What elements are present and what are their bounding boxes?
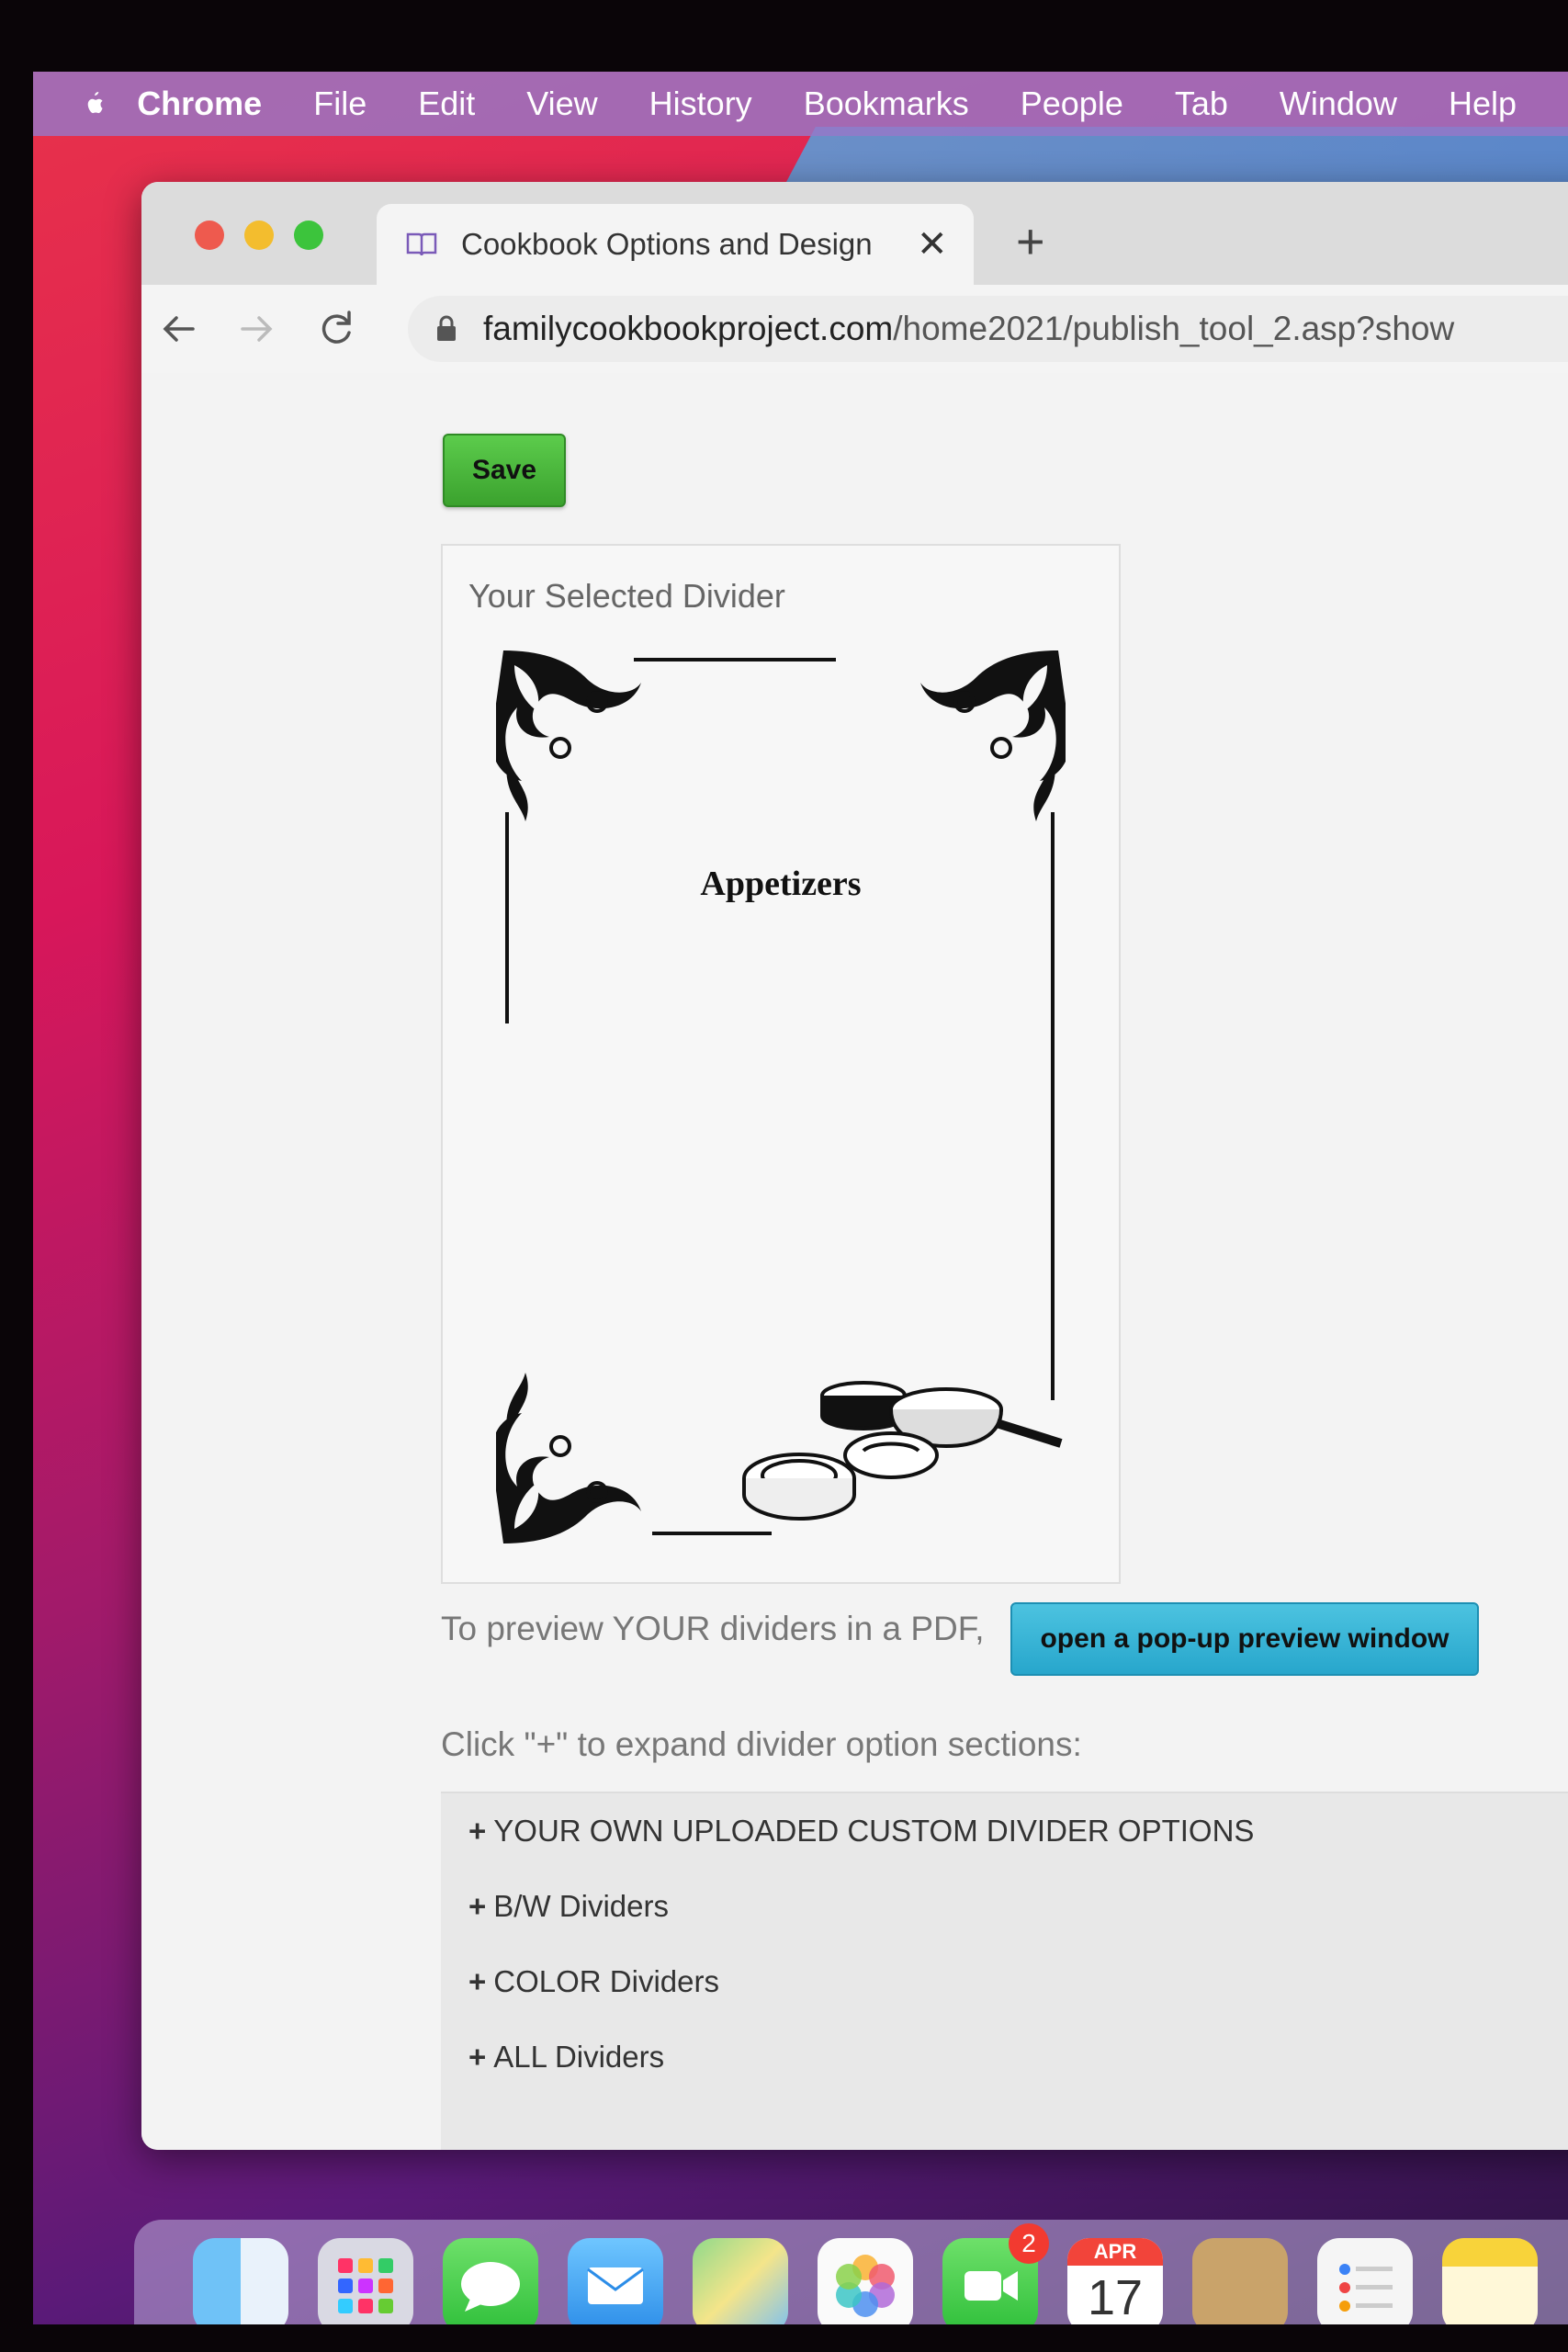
selected-divider-panel: Your Selected Divider Appetizers	[441, 544, 1121, 1584]
launchpad-icon[interactable]	[318, 2238, 413, 2324]
forward-arrow-icon[interactable]	[231, 303, 283, 355]
apple-logo-icon[interactable]	[85, 83, 104, 125]
cookware-illustration	[742, 1381, 1063, 1521]
tab-strip: Cookbook Options and Design ✕ +	[141, 182, 1568, 285]
menu-people[interactable]: People	[1021, 85, 1123, 123]
menu-file[interactable]: File	[313, 85, 367, 123]
expand-plus-icon[interactable]: +	[468, 1814, 486, 1848]
messages-icon[interactable]	[443, 2238, 538, 2324]
menu-bookmarks[interactable]: Bookmarks	[804, 85, 969, 123]
browser-window: Cookbook Options and Design ✕ + familyco…	[141, 182, 1568, 2150]
section-label: ALL Dividers	[493, 2040, 665, 2074]
tab-title: Cookbook Options and Design	[461, 227, 873, 261]
close-tab-icon[interactable]: ✕	[917, 223, 948, 266]
reminders-icon[interactable]	[1317, 2238, 1413, 2324]
selected-divider-heading: Your Selected Divider	[468, 577, 785, 615]
section-label: B/W Dividers	[493, 1889, 669, 1923]
menu-window[interactable]: Window	[1280, 85, 1397, 123]
photos-icon[interactable]	[818, 2238, 913, 2324]
menu-view[interactable]: View	[526, 85, 597, 123]
tab-cookbook-options[interactable]: Cookbook Options and Design ✕	[377, 204, 974, 285]
menu-help[interactable]: Help	[1449, 85, 1517, 123]
url-domain: familycookbookproject.com	[483, 310, 894, 347]
contacts-icon[interactable]	[1192, 2238, 1288, 2324]
corner-ornament-top-right	[920, 650, 1066, 821]
divider-preview-image: Appetizers	[496, 650, 1066, 1544]
expand-plus-icon[interactable]: +	[468, 1964, 486, 1998]
url-path: /home2021/publish_tool_2.asp?show	[893, 310, 1455, 347]
save-button[interactable]: Save	[443, 434, 566, 507]
expand-hint: Click "+" to expand divider option secti…	[441, 1725, 1082, 1763]
section-bw-dividers[interactable]: + B/W Dividers	[468, 1889, 669, 1924]
envelope-icon	[587, 2267, 644, 2304]
expand-plus-icon[interactable]: +	[468, 2040, 486, 2074]
checklist-icon	[1339, 2264, 1393, 2312]
reload-icon[interactable]	[310, 303, 362, 355]
section-custom-dividers[interactable]: + YOUR OWN UPLOADED CUSTOM DIVIDER OPTION…	[468, 1814, 1254, 1849]
browser-toolbar: familycookbookproject.com/home2021/publi…	[141, 285, 1568, 374]
photos-flower-icon	[836, 2255, 895, 2317]
menu-history[interactable]: History	[649, 85, 752, 123]
new-tab-button[interactable]: +	[1016, 217, 1045, 266]
launchpad-grid-icon	[338, 2258, 393, 2313]
calendar-month: APR	[1067, 2238, 1163, 2266]
divider-option-sections: + YOUR OWN UPLOADED CUSTOM DIVIDER OPTION…	[441, 1792, 1568, 2150]
address-bar[interactable]: familycookbookproject.com/home2021/publi…	[408, 296, 1568, 362]
speech-bubble-icon	[461, 2262, 520, 2312]
calendar-day: 17	[1087, 2270, 1144, 2324]
screen: Chrome File Edit View History Bookmarks …	[33, 72, 1568, 2324]
zoom-window-button[interactable]	[294, 220, 323, 250]
lock-icon	[437, 315, 456, 341]
watermark-text: quzki.com	[1154, 2313, 1549, 2324]
section-color-dividers[interactable]: + COLOR Dividers	[468, 1964, 719, 1999]
dock: 2 APR 17	[134, 2220, 1568, 2324]
book-icon	[406, 232, 437, 256]
maps-icon[interactable]	[693, 2238, 788, 2324]
divider-title: Appetizers	[700, 865, 861, 903]
finder-icon[interactable]	[193, 2238, 288, 2324]
open-preview-window-button[interactable]: open a pop-up preview window	[1010, 1602, 1479, 1676]
preview-instruction: To preview YOUR dividers in a PDF,	[441, 1610, 985, 1647]
menu-edit[interactable]: Edit	[418, 85, 475, 123]
menu-bar: Chrome File Edit View History Bookmarks …	[33, 72, 1568, 136]
url-text: familycookbookproject.com/home2021/publi…	[483, 310, 1454, 348]
minimize-window-button[interactable]	[244, 220, 274, 250]
mail-icon[interactable]	[568, 2238, 663, 2324]
corner-ornament-bottom-left	[496, 1373, 641, 1544]
notification-badge: 2	[1009, 2223, 1049, 2264]
calendar-icon[interactable]: APR 17	[1067, 2238, 1163, 2324]
close-window-button[interactable]	[195, 220, 224, 250]
section-all-dividers[interactable]: + ALL Dividers	[468, 2040, 664, 2075]
back-arrow-icon[interactable]	[152, 303, 204, 355]
page-content: Save Your Selected Divider Appetizers To…	[141, 373, 1568, 2150]
notes-icon[interactable]	[1442, 2238, 1538, 2324]
expand-plus-icon[interactable]: +	[468, 1889, 486, 1923]
section-label: YOUR OWN UPLOADED CUSTOM DIVIDER OPTIONS	[493, 1814, 1255, 1848]
menu-app-name[interactable]: Chrome	[137, 85, 262, 123]
corner-ornament-top-left	[496, 650, 641, 821]
menu-tab[interactable]: Tab	[1175, 85, 1228, 123]
section-label: COLOR Dividers	[493, 1964, 719, 1998]
